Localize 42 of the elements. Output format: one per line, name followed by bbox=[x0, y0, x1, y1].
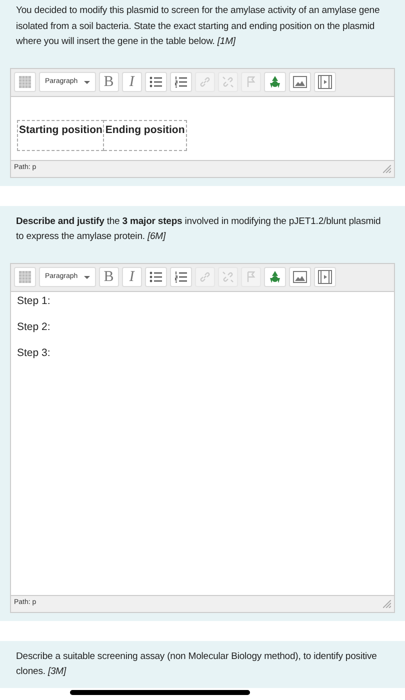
image-button[interactable] bbox=[288, 267, 311, 287]
resize-handle-icon[interactable] bbox=[383, 600, 391, 608]
bullet-list-button[interactable] bbox=[144, 72, 167, 92]
table-cell[interactable]: Starting position bbox=[18, 120, 104, 151]
step-label: Step 1: bbox=[17, 294, 52, 308]
editor-content[interactable]: Step 1: Step 2: Step 3: bbox=[11, 292, 394, 594]
film-icon bbox=[318, 270, 332, 284]
question-text: You decided to modify this plasmid to screen for the amylase activity of an amylase gene isolated from a soil bacteria. State the exact starting and ending position on the plasmid where you will insert the gene in the table below. [1M] bbox=[16, 4, 381, 49]
question-text: Describe a suitable screening assay (non Molecular Biology method), to identify positive clones. [3M] bbox=[16, 650, 378, 679]
unlink-icon bbox=[222, 76, 234, 88]
step-label: Step 3: bbox=[17, 346, 52, 360]
flag-icon bbox=[246, 271, 256, 283]
unlink-icon bbox=[222, 271, 234, 283]
caret-icon bbox=[84, 276, 90, 278]
question-text: Describe and justify the 3 major steps involved in modifying the pJET1.2/blunt plasmid to express the amylase protein. [6M] bbox=[16, 214, 382, 244]
italic-button[interactable]: I bbox=[122, 72, 142, 92]
film-button[interactable] bbox=[314, 72, 336, 92]
caret-icon bbox=[84, 80, 90, 84]
image-button[interactable] bbox=[288, 72, 311, 92]
grid-icon bbox=[18, 270, 32, 284]
link-icon bbox=[198, 76, 211, 88]
bullet-list-button[interactable] bbox=[144, 267, 167, 287]
numbered-list-button[interactable] bbox=[170, 267, 192, 287]
step-label: Step 2: bbox=[17, 320, 52, 334]
numbered-list-icon bbox=[174, 76, 188, 88]
numbered-list-icon bbox=[174, 271, 188, 283]
film-icon bbox=[318, 75, 332, 89]
editor-content[interactable]: Starting position Ending position bbox=[11, 96, 394, 160]
bullet-list-icon bbox=[148, 271, 163, 283]
image-icon bbox=[292, 76, 307, 88]
italic-button[interactable]: I bbox=[122, 267, 142, 287]
bold-button[interactable]: B bbox=[98, 72, 119, 92]
numbered-list-button[interactable] bbox=[170, 72, 192, 92]
film-button[interactable] bbox=[314, 267, 336, 287]
table-cell[interactable]: Ending position bbox=[104, 120, 186, 151]
link-icon bbox=[198, 271, 211, 283]
resize-handle-icon[interactable] bbox=[383, 164, 391, 172]
image-icon bbox=[292, 271, 307, 283]
bullet-list-icon bbox=[148, 76, 163, 88]
bold-button[interactable]: B bbox=[98, 267, 119, 287]
flag-icon bbox=[246, 76, 256, 88]
grid-icon bbox=[18, 75, 32, 89]
